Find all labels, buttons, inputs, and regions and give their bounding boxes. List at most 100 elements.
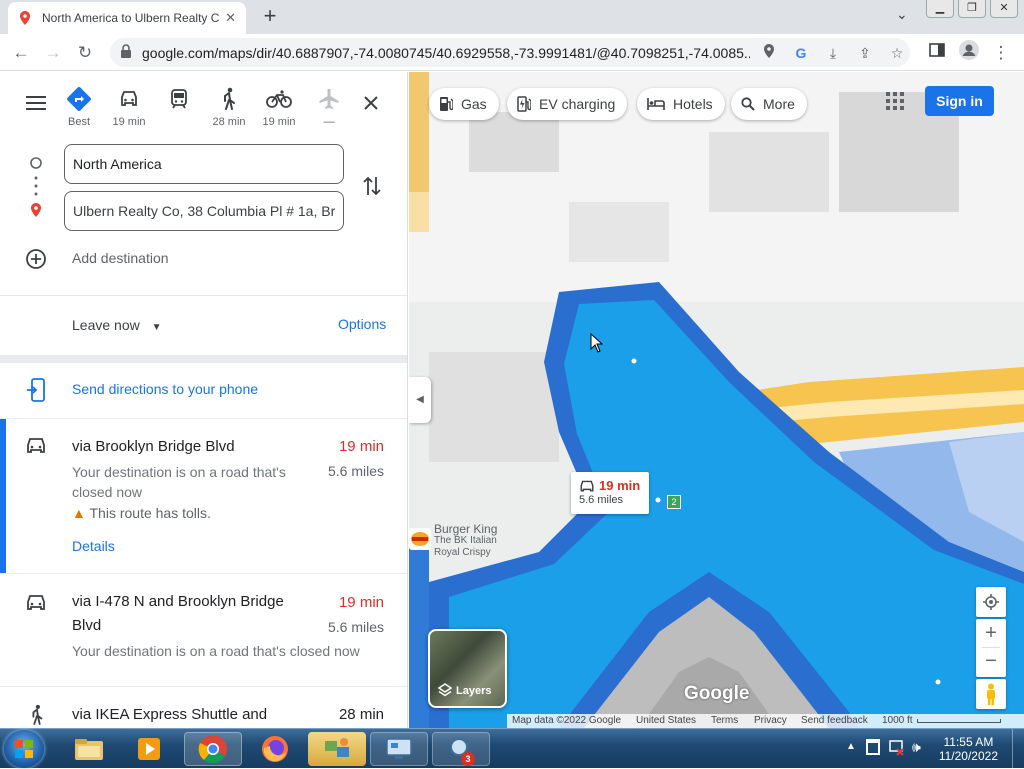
search-app-taskbar-icon[interactable]: 3 [432,732,490,766]
add-destination-icon[interactable] [25,248,47,270]
ev-charging-chip[interactable]: EV charging [507,88,628,120]
profile-avatar[interactable] [956,40,982,66]
route-shield-badge: 2 [667,495,681,509]
hotels-chip[interactable]: Hotels [637,88,725,120]
route-title-line1: via I-478 N and Brooklyn Bridge [72,593,284,610]
remote-desktop-taskbar-icon[interactable] [370,732,428,766]
ev-charging-icon [517,96,531,112]
tab-title: North America to Ulbern Realty C [42,11,220,25]
install-icon[interactable]: ⤓ [822,42,844,64]
route-option-1[interactable]: via Brooklyn Bridge Blvd 19 min 5.6 mile… [0,419,407,573]
mode-best-button[interactable]: Best [57,86,101,128]
firefox-taskbar-icon[interactable] [246,732,304,766]
destination-input[interactable]: Ulbern Realty Co, 38 Columbia Pl # 1a, B… [64,191,344,231]
route-time: 19 min [338,438,384,455]
bicycle-icon [266,90,292,108]
apps-grid-icon[interactable] [886,92,904,110]
send-to-phone-link[interactable]: Send directions to your phone [72,381,258,397]
scale-label[interactable]: 1000 ft [882,715,913,726]
leave-now-dropdown[interactable]: Leave now ▼ [72,317,162,333]
swap-direction-icon[interactable] [363,175,381,197]
mouse-cursor-icon [590,333,604,353]
walking-icon [224,87,235,110]
layers-icon [438,683,452,697]
mode-driving-button[interactable]: 19 min [107,86,151,128]
back-icon[interactable]: ← [8,40,34,66]
tray-device-icon[interactable] [866,739,880,755]
start-button[interactable] [4,730,44,768]
add-destination-link[interactable]: Add destination [72,250,169,266]
origin-input[interactable]: North America [64,144,344,184]
car-icon [27,438,45,453]
mode-walking-button[interactable]: 28 min [207,86,251,128]
new-tab-button[interactable]: + [256,3,284,31]
mode-cycling-button[interactable]: 19 min [257,86,301,128]
network-app-taskbar-icon[interactable] [308,732,366,766]
map-view[interactable]: Gas EV charging Hotels More Sign in ◀ 19… [409,72,1024,728]
details-link[interactable]: Details [72,538,115,554]
mode-flight-button[interactable]: — [307,86,351,128]
layers-button[interactable]: Layers [428,629,507,708]
zoom-out-button[interactable]: − [976,648,1006,676]
volume-icon[interactable]: 🕪 [912,739,921,756]
chrome-taskbar-icon[interactable] [184,732,242,766]
terms-link[interactable]: Terms [711,715,738,726]
street-view-pegman[interactable] [976,679,1006,709]
route-time: 28 min [338,706,384,723]
close-window-button[interactable]: ✕ [990,0,1018,18]
share-icon[interactable]: ⇪ [854,42,876,64]
privacy-link[interactable]: Privacy [754,715,787,726]
car-icon [27,595,45,610]
close-tab-icon[interactable]: ✕ [225,10,236,26]
my-location-icon [983,594,999,610]
bookmark-star-icon[interactable]: ☆ [886,42,908,64]
warning-icon: ▲ [72,505,86,521]
route-time-callout[interactable]: 19 min 5.6 miles [571,472,649,514]
tray-network-icon[interactable] [889,739,905,762]
minimize-button[interactable]: ▁ [926,0,954,18]
route-markers-icon [30,157,42,217]
route-option-3[interactable]: via IKEA Express Shuttle and 28 min [0,687,407,728]
zoom-in-button[interactable]: + [976,619,1006,647]
my-location-button[interactable] [976,587,1006,617]
toll-text: This route has tolls. [89,505,211,521]
map-footer: Map data ©2022 Google United States Term… [507,714,1024,728]
google-lens-icon[interactable]: G [790,42,812,64]
browser-tab[interactable]: North America to Ulbern Realty C ✕ [8,2,246,34]
media-player-taskbar-icon[interactable] [120,732,178,766]
clock-date: 11/20/2022 [938,749,998,763]
scale-bar [917,719,1001,723]
restore-button[interactable]: ❐ [958,0,986,18]
location-icon[interactable] [758,42,780,64]
gas-chip[interactable]: Gas [429,88,499,120]
route-distance: 5.6 miles [327,463,384,479]
address-bar[interactable]: google.com/maps/dir/40.6887907,-74.00807… [110,38,910,67]
burger-king-logo-icon[interactable] [409,528,431,550]
lock-icon[interactable] [120,44,132,59]
mode-transit-button[interactable] [157,86,201,116]
best-route-icon [67,87,91,111]
send-feedback-link[interactable]: Send feedback [801,715,868,726]
more-chip[interactable]: More [731,88,807,120]
show-desktop-button[interactable] [1012,729,1024,769]
close-directions-icon[interactable] [363,95,379,111]
collapse-panel-button[interactable]: ◀ [409,377,431,423]
tray-expand-icon[interactable]: ▲ [846,741,856,752]
hamburger-menu-icon[interactable] [26,96,46,110]
browser-menu-icon[interactable]: ⋮ [988,40,1014,66]
options-link[interactable]: Options [338,316,386,332]
poi-label[interactable]: Burger King The BK Italian Royal Crispy [434,523,497,559]
maps-favicon-icon [20,11,30,25]
country-link[interactable]: United States [636,715,696,726]
system-clock[interactable]: 11:55 AM 11/20/2022 [939,735,998,763]
side-panel-icon[interactable] [924,40,950,66]
route-note-line2: closed now [72,484,143,500]
phone-send-icon[interactable] [26,378,46,402]
tab-strip: North America to Ulbern Realty C ✕ + ⌄ ▁… [0,0,1024,34]
explorer-taskbar-icon[interactable] [60,732,118,766]
sign-in-button[interactable]: Sign in [925,86,994,116]
forward-icon[interactable]: → [40,40,66,66]
reload-icon[interactable]: ↻ [72,40,98,66]
route-option-2[interactable]: via I-478 N and Brooklyn Bridge Blvd 19 … [0,574,407,686]
tab-search-icon[interactable]: ⌄ [896,6,908,23]
